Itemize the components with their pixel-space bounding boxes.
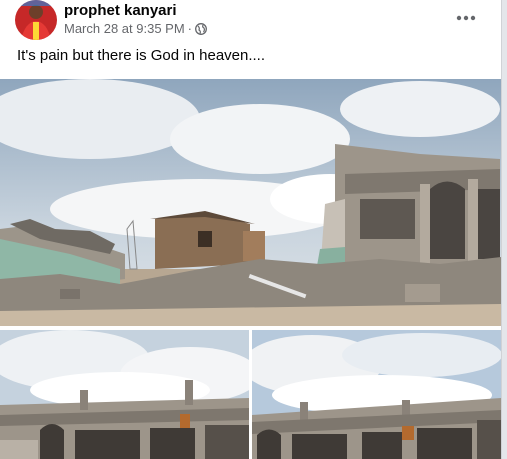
meta-separator: · (187, 21, 193, 36)
author-avatar[interactable] (15, 0, 57, 40)
author-name[interactable]: prophet kanyari (64, 2, 177, 19)
post-timestamp[interactable]: March 28 at 9:35 PM (64, 21, 185, 36)
post-photo-main[interactable] (0, 79, 501, 326)
globe-icon[interactable] (195, 22, 207, 35)
post-photo-left[interactable] (0, 330, 249, 459)
post-photo-right[interactable] (252, 330, 501, 459)
more-options-icon[interactable] (450, 3, 482, 33)
post-caption: It's pain but there is God in heaven.... (17, 47, 266, 64)
facebook-post: prophet kanyari March 28 at 9:35 PM · It… (0, 0, 502, 459)
post-meta: March 28 at 9:35 PM · (64, 21, 207, 36)
page-scroll-area (502, 0, 507, 459)
